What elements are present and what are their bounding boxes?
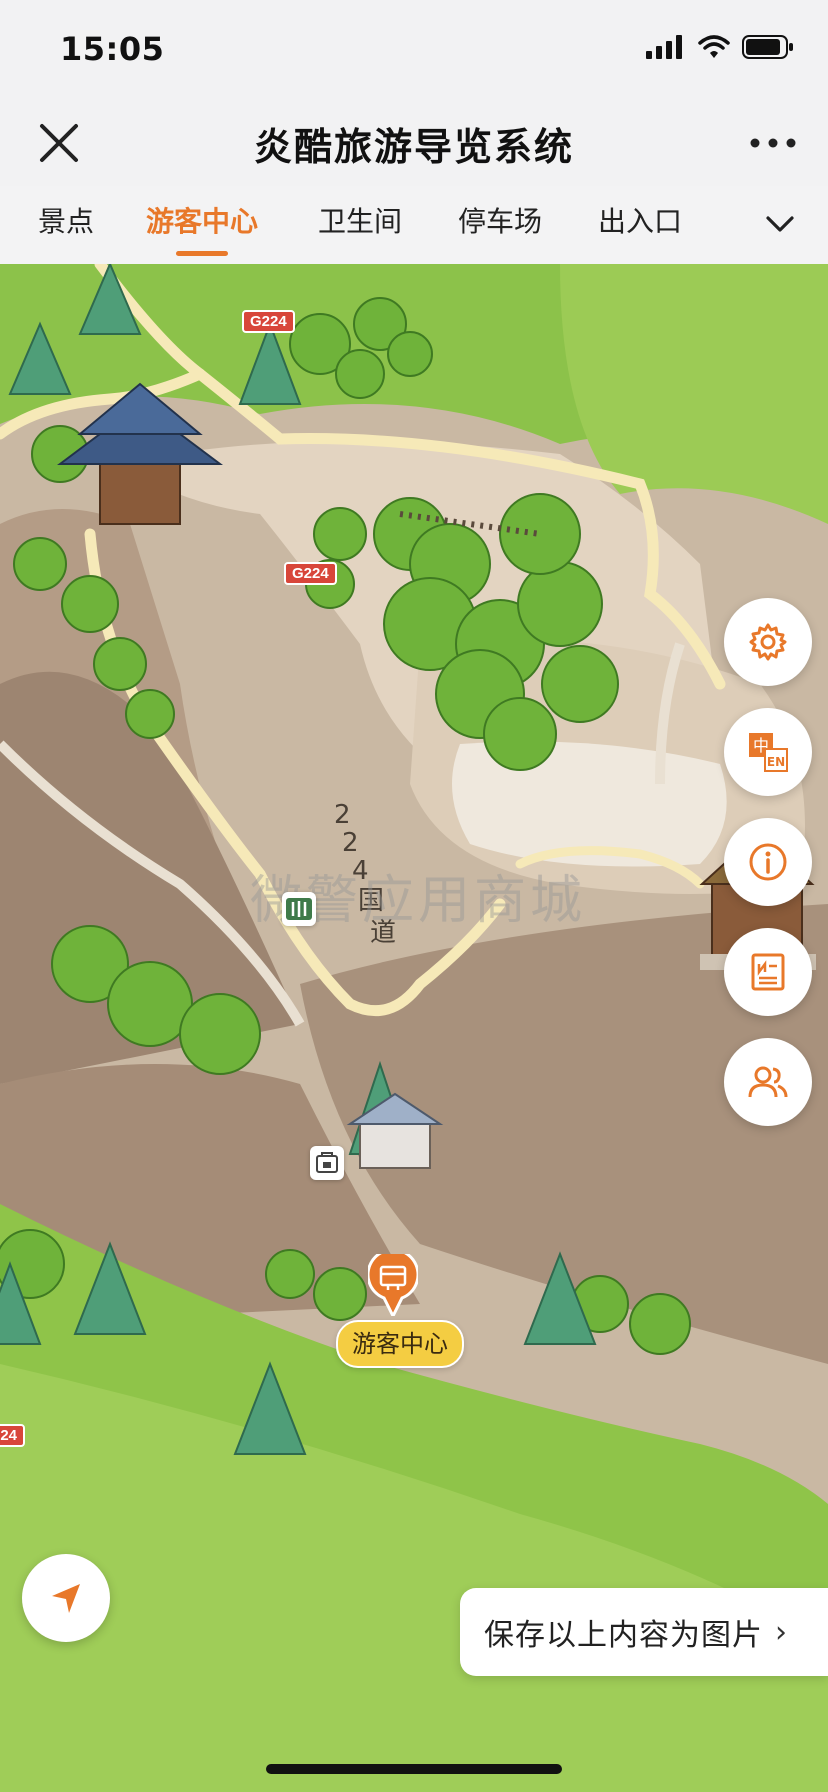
road-name-char: 2 <box>342 828 359 858</box>
tab-label: 出入口 <box>598 205 683 238</box>
tab-visitor-center[interactable]: 游客中心 <box>146 200 259 256</box>
guide-button[interactable] <box>724 928 812 1016</box>
tab-attractions[interactable]: 景点 <box>38 200 94 240</box>
info-button[interactable] <box>724 818 812 906</box>
road-sign: 224 <box>0 1424 26 1447</box>
active-tab-indicator <box>176 251 228 256</box>
map-tools: 中 EN <box>724 598 812 1126</box>
info-icon <box>749 843 787 881</box>
tab-label: 景点 <box>38 205 95 238</box>
group-button[interactable] <box>724 1038 812 1126</box>
settings-button[interactable] <box>724 598 812 686</box>
status-icons <box>646 34 794 60</box>
road-sign: G224 <box>242 310 295 333</box>
location-arrow-icon <box>52 1584 80 1613</box>
road-name: 2 2 4 国 道 <box>334 800 414 960</box>
chevron-right-icon: › <box>775 1614 787 1650</box>
restroom-icon <box>286 898 312 920</box>
language-button[interactable]: 中 EN <box>724 708 812 796</box>
visitor-center-pin[interactable] <box>368 1254 418 1316</box>
users-icon <box>748 1066 788 1098</box>
nav-bar: 炎酷旅游导览系统 <box>0 98 828 186</box>
battery-icon <box>742 35 793 59</box>
wifi-icon <box>698 35 730 58</box>
more-icon[interactable] <box>748 128 798 158</box>
tab-parking[interactable]: 停车场 <box>458 200 542 240</box>
road-sign: G224 <box>284 562 337 585</box>
status-bar: 15:05 <box>0 0 828 98</box>
tab-restroom[interactable]: 卫生间 <box>318 200 402 240</box>
chevron-down-icon[interactable] <box>762 206 798 242</box>
ticket-marker[interactable] <box>310 1146 344 1180</box>
tab-entrance-exit[interactable]: 出入口 <box>598 200 682 240</box>
save-button-label: 保存以上内容为图片 <box>484 1618 763 1653</box>
visitor-center-label[interactable]: 游客中心 <box>336 1320 464 1368</box>
tab-label: 停车场 <box>458 205 543 238</box>
restroom-marker[interactable] <box>282 892 316 926</box>
language-icon: 中 EN <box>749 733 788 772</box>
page-title: 炎酷旅游导览系统 <box>253 125 574 169</box>
scenic-map[interactable]: G224 G224 224 2 2 4 国 道 微警应用商城 游客中心 <box>0 264 828 1792</box>
status-time: 15:05 <box>60 30 165 68</box>
map-illustration <box>0 264 828 1792</box>
road-name-char: 道 <box>370 918 397 948</box>
svg-text:EN: EN <box>767 755 785 769</box>
category-tabs: 景点 游客中心 卫生间 停车场 出入口 <box>0 186 828 264</box>
tab-label: 游客中心 <box>146 205 259 238</box>
save-as-image-button[interactable]: 保存以上内容为图片 › <box>460 1588 828 1676</box>
road-name-char: 2 <box>334 800 351 830</box>
signal-icon <box>646 35 682 59</box>
document-icon <box>751 953 785 991</box>
close-icon[interactable] <box>36 120 82 166</box>
gear-icon <box>749 623 787 661</box>
tab-label: 卫生间 <box>318 205 403 238</box>
home-indicator <box>266 1764 562 1774</box>
locate-button[interactable] <box>22 1554 110 1642</box>
ticket-icon <box>316 1152 338 1173</box>
